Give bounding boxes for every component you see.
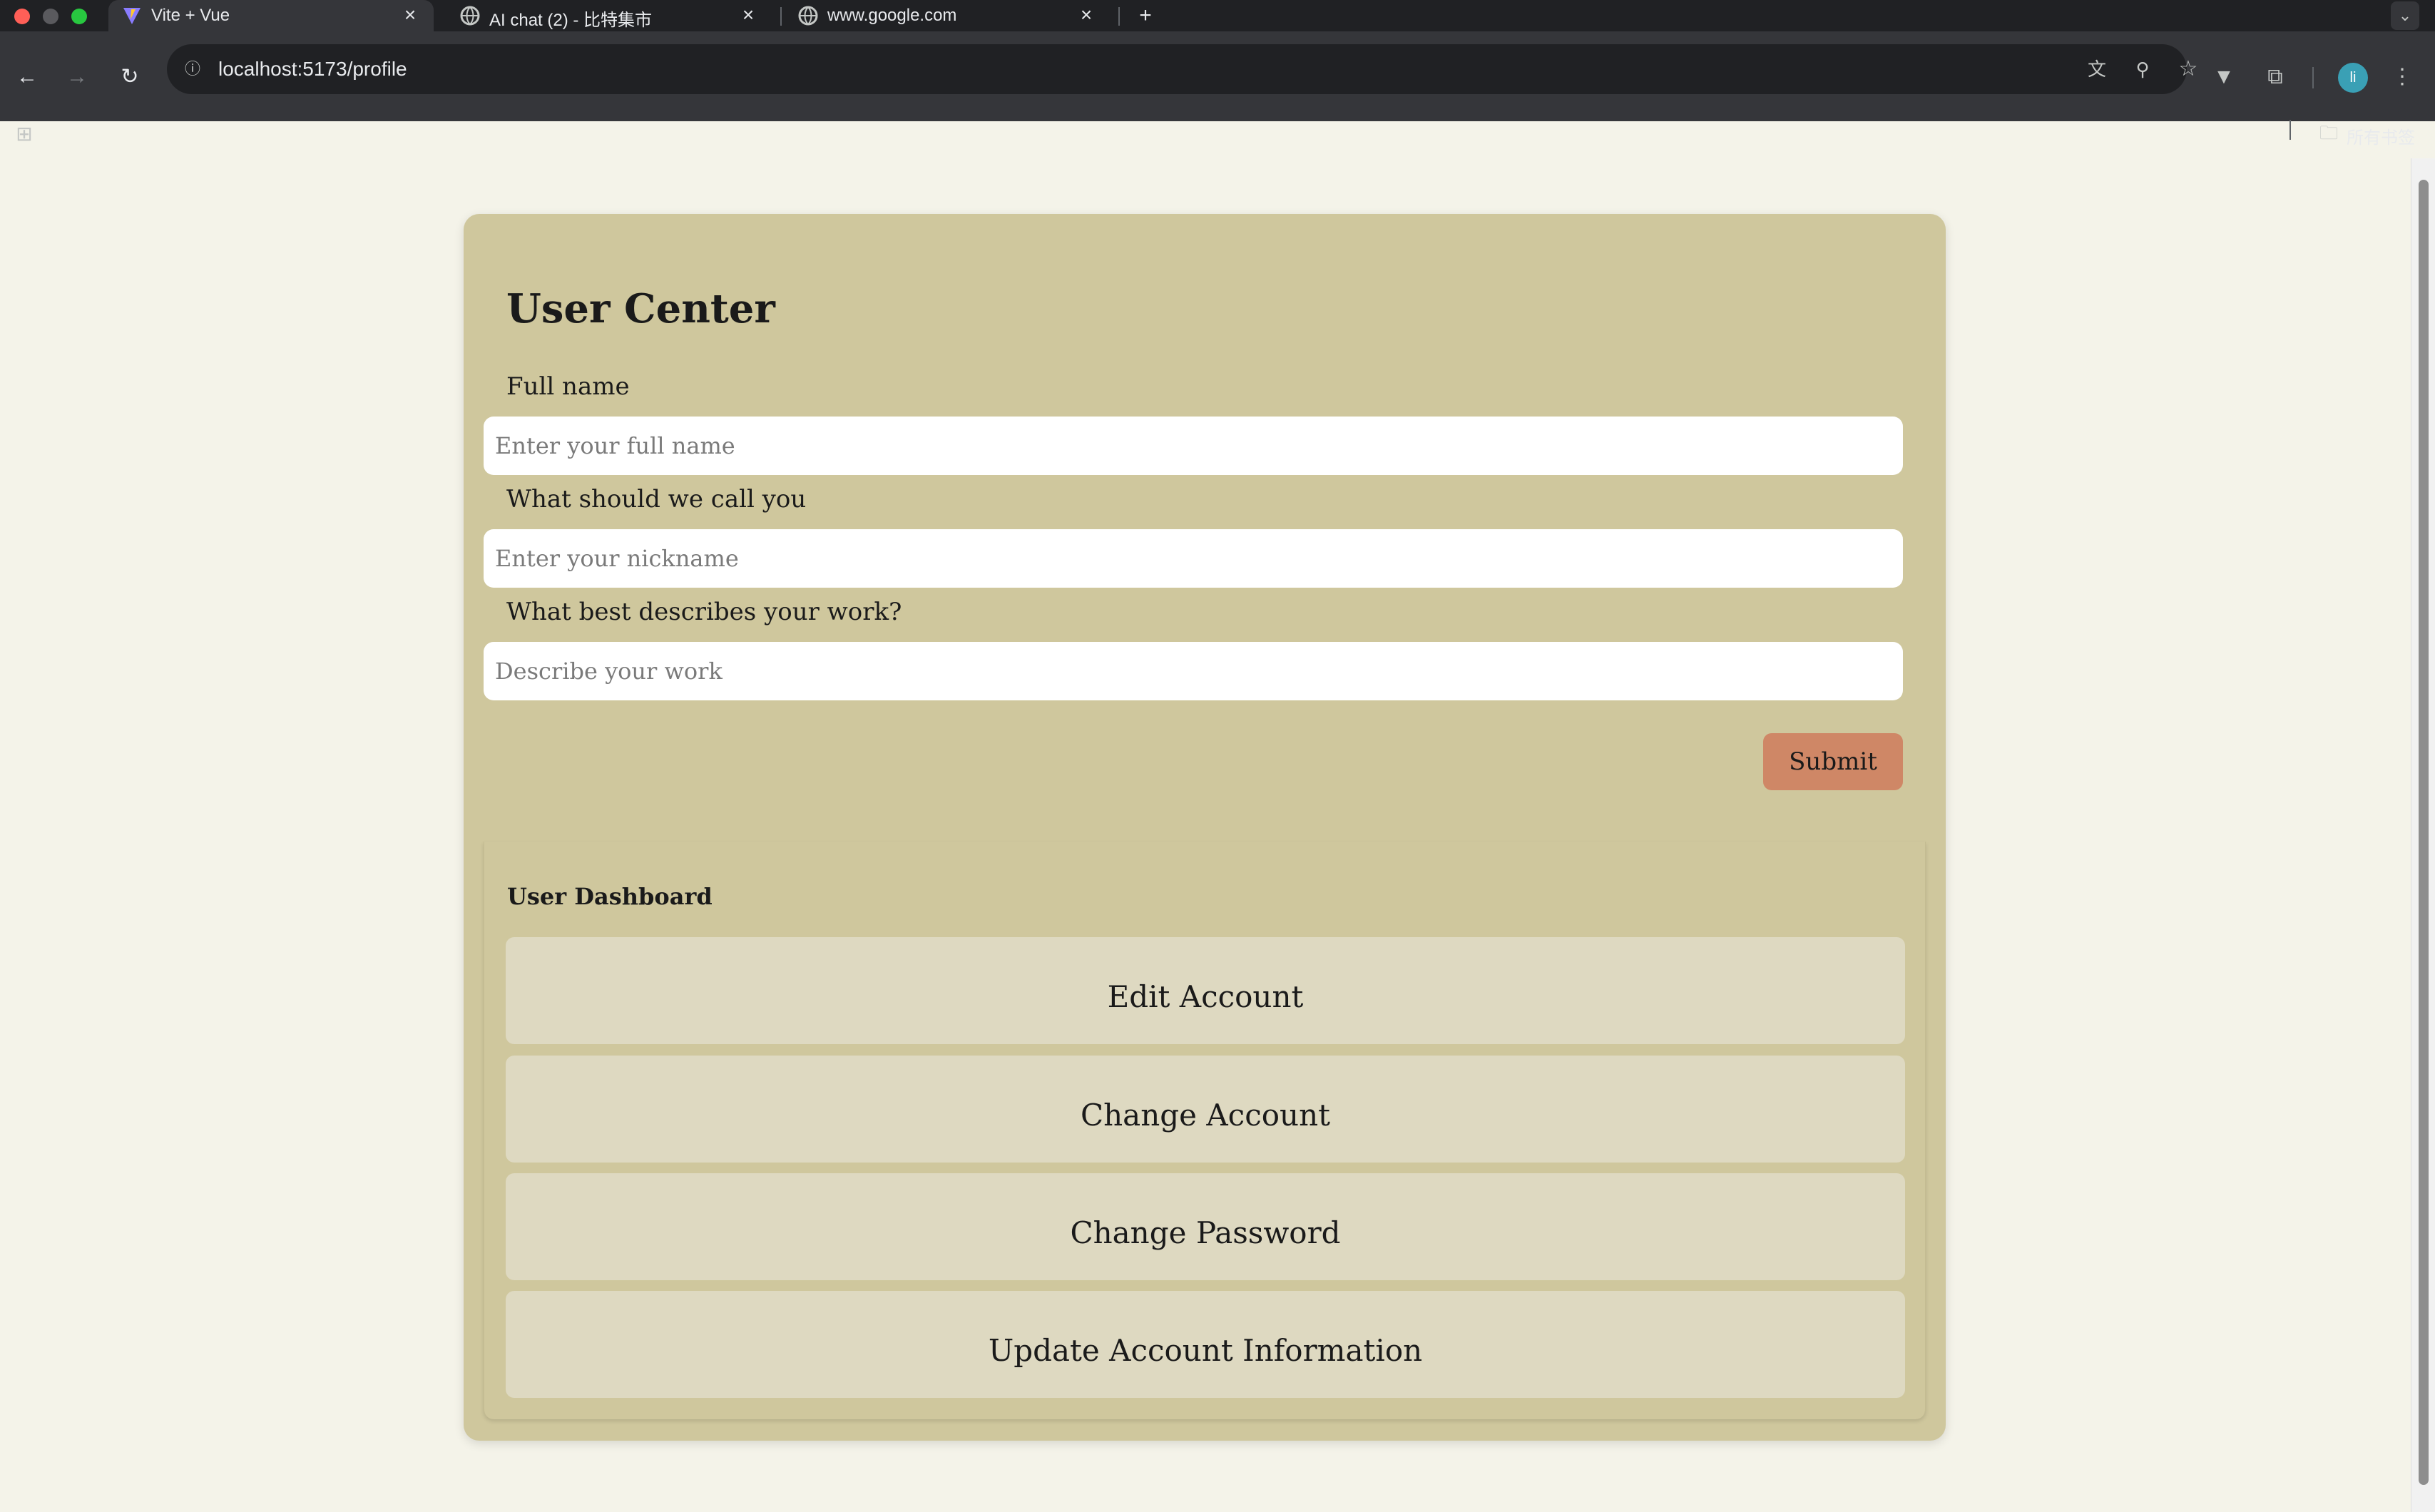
minimize-window-button[interactable] [43,9,58,24]
zoom-icon[interactable]: ⚲ [2128,55,2157,83]
work-description-input[interactable] [484,642,1903,700]
change-account-button[interactable]: Change Account [506,1056,1905,1163]
close-tab-icon[interactable]: × [737,4,759,26]
close-window-button[interactable] [14,9,30,24]
user-center-card: User Center Full name What should we cal… [464,214,1946,1441]
page-title: User Center [506,285,775,332]
update-account-information-button[interactable]: Update Account Information [506,1291,1905,1398]
bookmark-star-icon[interactable]: ☆ [2174,55,2202,83]
apps-grid-icon[interactable]: ⊞ [10,120,39,148]
close-tab-icon[interactable]: × [399,4,421,26]
tab-google[interactable]: www.google.com × [785,0,1113,31]
site-info-icon[interactable]: ⓘ [178,55,207,83]
toolbar-divider [2312,67,2314,88]
forward-button[interactable]: → [63,63,91,91]
address-bar[interactable]: ⓘ localhost:5173/profile 文 ⚲ ☆ [167,44,2197,94]
translate-icon[interactable]: 文 [2083,55,2111,83]
folder-icon: 🗀 [2319,122,2338,143]
reload-button[interactable]: ↻ [116,63,144,91]
vite-icon [121,5,143,26]
tab-title: www.google.com [827,6,957,25]
vue-devtools-extension-icon[interactable]: ▼ [2210,63,2238,91]
edit-account-button[interactable]: Edit Account [506,937,1905,1044]
scrollbar-thumb[interactable] [2419,180,2429,1485]
submit-button[interactable]: Submit [1763,733,1903,790]
profile-avatar[interactable]: li [2338,63,2368,93]
tab-vite-vue[interactable]: Vite + Vue × [108,0,434,31]
new-tab-button[interactable]: + [1131,1,1160,30]
bookmarks-folder[interactable]: 🗀 所有书签 [2319,120,2415,151]
maximize-window-button[interactable] [71,9,87,24]
user-dashboard: User Dashboard Edit Account Change Accou… [484,842,1926,1419]
nickname-input[interactable] [484,529,1903,588]
extensions-puzzle-icon[interactable]: ⧉ [2261,63,2289,91]
tab-search-chevron-icon[interactable]: ⌄ [2391,1,2419,30]
page-scrollbar[interactable] [2411,158,2435,1512]
globe-icon [797,5,819,26]
tab-separator [1118,7,1120,26]
change-password-button[interactable]: Change Password [506,1173,1905,1280]
back-button[interactable]: ← [13,63,41,91]
tab-strip: Vite + Vue × AI chat (2) - 比特集市 × www.go… [0,0,2435,31]
browser-toolbar: ← → ↻ ⓘ localhost:5173/profile 文 ⚲ ☆ ▼ ⧉… [0,31,2435,148]
nickname-label: What should we call you [506,485,807,514]
more-menu-icon[interactable]: ⋮ [2388,63,2416,91]
tab-title: AI chat (2) - 比特集市 [489,11,653,30]
work-description-label: What best describes your work? [506,598,902,626]
full-name-input[interactable] [484,417,1903,475]
full-name-label: Full name [506,372,630,401]
dashboard-title: User Dashboard [507,883,713,910]
bookmarks-divider [2289,120,2291,140]
tab-title: Vite + Vue [151,6,230,25]
tab-separator [780,7,782,26]
bookmarks-folder-label: 所有书签 [2347,128,2415,148]
url-text: localhost:5173/profile [218,58,407,80]
close-tab-icon[interactable]: × [1076,4,1097,26]
globe-icon [459,5,481,26]
tab-ai-chat[interactable]: AI chat (2) - 比特集市 × [446,0,775,31]
